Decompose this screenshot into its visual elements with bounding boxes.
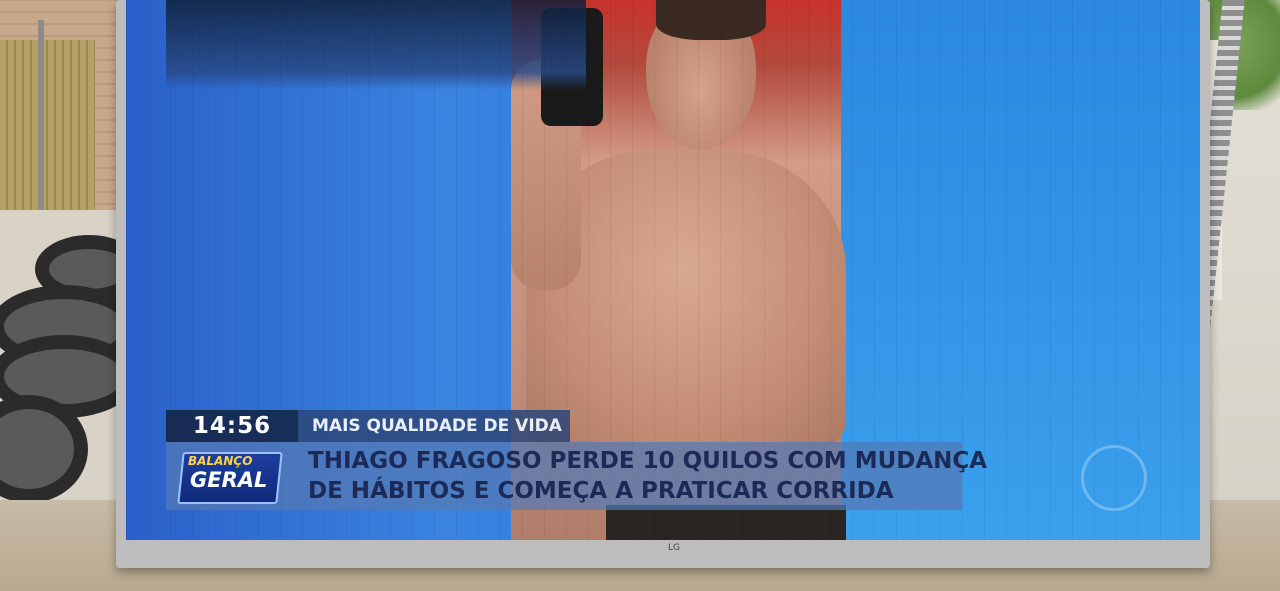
headline-line-1: THIAGO FRAGOSO PERDE 10 QUILOS COM MUDAN…	[308, 448, 988, 474]
headline-line-2: DE HÁBITOS E COMEÇA A PRATICAR CORRIDA	[308, 478, 894, 504]
program-logo-top: BALANÇO	[188, 454, 253, 468]
pole	[38, 20, 44, 215]
clock: 14:56	[192, 413, 272, 439]
program-logo: BALANÇO GERAL	[177, 452, 283, 504]
tv-screen: 14:56 MAIS QUALIDADE DE VIDA THIAGO FRAG…	[126, 0, 1200, 540]
headline: THIAGO FRAGOSO PERDE 10 QUILOS COM MUDAN…	[308, 446, 988, 506]
tv-brand-logo: LG	[668, 543, 680, 553]
metal-gate	[0, 40, 95, 210]
segment-tag: MAIS QUALIDADE DE VIDA	[312, 416, 562, 436]
program-logo-bottom: GERAL	[190, 468, 268, 492]
channel-watermark-icon	[1081, 445, 1147, 511]
